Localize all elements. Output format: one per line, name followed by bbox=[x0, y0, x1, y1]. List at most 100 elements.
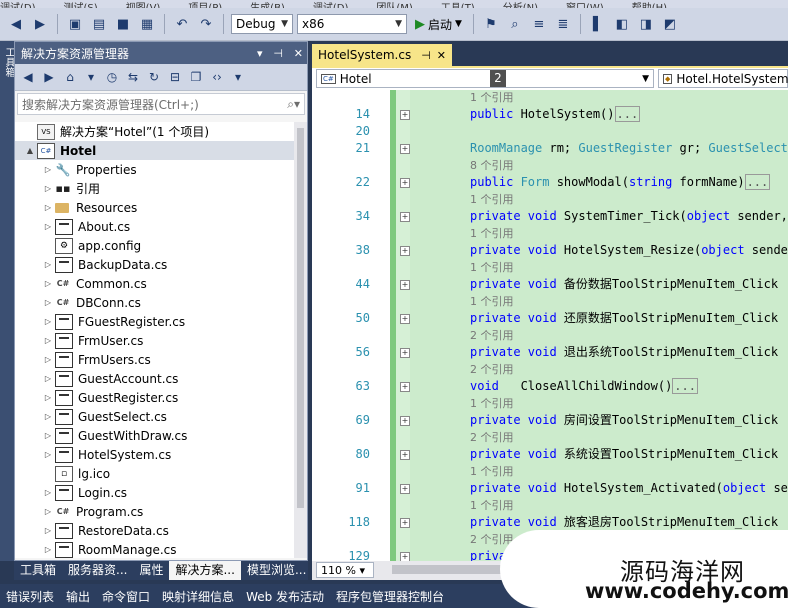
expand-outline-icon[interactable]: + bbox=[400, 450, 410, 460]
expand-arrow-icon[interactable]: ▷ bbox=[41, 260, 55, 269]
expand-outline-icon[interactable]: + bbox=[400, 552, 410, 561]
dropdown-icon[interactable]: ▾ bbox=[229, 68, 247, 86]
back-icon[interactable]: ◀ bbox=[6, 14, 26, 34]
expand-outline-icon[interactable]: + bbox=[400, 348, 410, 358]
tree-item[interactable]: ▷ About.cs bbox=[15, 217, 295, 236]
collapsed-region[interactable]: ... bbox=[744, 174, 771, 190]
bookmark-prev-icon[interactable]: ◧ bbox=[612, 14, 632, 34]
dropdown-icon[interactable]: ▾ bbox=[257, 47, 263, 60]
tree-item[interactable]: ▷ FrmUser.cs bbox=[15, 331, 295, 350]
redo-icon[interactable]: ↷ bbox=[196, 14, 216, 34]
collapsed-region[interactable]: ... bbox=[614, 106, 641, 122]
expand-outline-icon[interactable]: + bbox=[400, 212, 410, 222]
expand-arrow-icon[interactable]: ▷ bbox=[41, 298, 55, 307]
tree-item[interactable]: ▷ BackupData.cs bbox=[15, 255, 295, 274]
solution-search-input[interactable]: 搜索解决方案资源管理器(Ctrl+;) ⌕▾ bbox=[17, 93, 305, 115]
tree-item[interactable]: ▷ GuestWithDraw.cs bbox=[15, 426, 295, 445]
tree-item[interactable]: ▫ lg.ico bbox=[15, 464, 295, 483]
tree-item[interactable]: ▷ RestoreData.cs bbox=[15, 521, 295, 540]
tree-item[interactable]: ▷ C# Program.cs bbox=[15, 502, 295, 521]
project-nav-select[interactable]: C# Hotel ▼ bbox=[316, 69, 654, 88]
save-icon[interactable]: ■ bbox=[113, 14, 133, 34]
uncomment-icon[interactable]: ≣ bbox=[553, 14, 573, 34]
toolbox-strip[interactable]: 工具箱 bbox=[0, 41, 14, 561]
code-lens-reference[interactable]: 1 个引用 bbox=[470, 395, 514, 412]
tab-hotelsystem-cs[interactable]: HotelSystem.cs ⊣ ✕ bbox=[312, 44, 452, 66]
tree-item[interactable]: ▷ Login.cs bbox=[15, 483, 295, 502]
tree-item[interactable]: ▲ C# Hotel bbox=[15, 141, 295, 160]
forward-icon[interactable]: ▶ bbox=[40, 68, 58, 86]
tree-item[interactable]: ▷ C# Common.cs bbox=[15, 274, 295, 293]
expand-outline-icon[interactable]: + bbox=[400, 280, 410, 290]
pin-icon[interactable]: ⊣ bbox=[421, 49, 431, 62]
expand-outline-icon[interactable]: + bbox=[400, 518, 410, 528]
code-lens-reference[interactable]: 1 个引用 bbox=[470, 225, 514, 242]
find-icon[interactable]: ⌕ bbox=[505, 14, 525, 34]
bookmark-next-icon[interactable]: ◨ bbox=[636, 14, 656, 34]
code-lens-reference[interactable]: 1 个引用 bbox=[470, 90, 514, 106]
expand-outline-icon[interactable]: + bbox=[400, 246, 410, 256]
tree-item[interactable]: ▷ FrmUsers.cs bbox=[15, 350, 295, 369]
code-lens-reference[interactable]: 1 个引用 bbox=[470, 259, 514, 276]
expand-arrow-icon[interactable]: ▷ bbox=[41, 507, 55, 516]
expand-arrow-icon[interactable]: ▷ bbox=[41, 488, 55, 497]
code-lens-reference[interactable]: 2 个引用 bbox=[470, 361, 514, 378]
code-lens-reference[interactable]: 1 个引用 bbox=[470, 497, 514, 514]
code-lens-reference[interactable]: 2 个引用 bbox=[470, 429, 514, 446]
bottom-panel-tab[interactable]: Web 发布活动 bbox=[240, 588, 330, 605]
left-panel-tab[interactable]: 模型浏览... bbox=[241, 561, 312, 580]
collapse-all-icon[interactable]: ⊟ bbox=[166, 68, 184, 86]
code-editor[interactable]: 1 个引用 14 + public HotelSystem()... 20 21 + Room… bbox=[312, 90, 788, 561]
back-icon[interactable]: ◀ bbox=[19, 68, 37, 86]
bottom-panel-tab[interactable]: 命令窗口 bbox=[96, 588, 156, 605]
refresh-icon[interactable]: ↻ bbox=[145, 68, 163, 86]
tree-item[interactable]: ▷ HotelSystem.cs bbox=[15, 445, 295, 464]
expand-outline-icon[interactable]: + bbox=[400, 484, 410, 494]
expand-arrow-icon[interactable]: ▷ bbox=[41, 165, 55, 174]
tree-scrollbar[interactable] bbox=[294, 122, 307, 558]
close-icon[interactable]: ✕ bbox=[294, 47, 303, 60]
expand-arrow-icon[interactable]: ▷ bbox=[41, 526, 55, 535]
code-lens-reference[interactable]: 1 个引用 bbox=[470, 191, 514, 208]
expand-arrow-icon[interactable]: ▷ bbox=[41, 355, 55, 364]
left-panel-tab[interactable]: 属性 bbox=[133, 561, 169, 580]
start-button[interactable]: ▶ 启动 ▼ bbox=[411, 16, 466, 33]
expand-arrow-icon[interactable]: ▷ bbox=[41, 336, 55, 345]
pending-changes-icon[interactable]: ◷ bbox=[103, 68, 121, 86]
bottom-panel-tab[interactable]: 映射详细信息 bbox=[156, 588, 240, 605]
tree-item[interactable]: ▷ C# DBConn.cs bbox=[15, 293, 295, 312]
forward-icon[interactable]: ▶ bbox=[30, 14, 50, 34]
tree-item[interactable]: VS 解决方案“Hotel”(1 个项目) bbox=[15, 122, 295, 141]
show-all-files-icon[interactable]: ❐ bbox=[187, 68, 205, 86]
undo-icon[interactable]: ↶ bbox=[172, 14, 192, 34]
view-code-icon[interactable]: ‹› bbox=[208, 68, 226, 86]
pin-icon[interactable]: ⊣ bbox=[273, 47, 283, 60]
bottom-panel-tab[interactable]: 输出 bbox=[60, 588, 96, 605]
expand-arrow-icon[interactable]: ▷ bbox=[41, 393, 55, 402]
expand-outline-icon[interactable]: + bbox=[400, 178, 410, 188]
expand-outline-icon[interactable]: + bbox=[400, 144, 410, 154]
tree-item[interactable]: ▷ GuestAccount.cs bbox=[15, 369, 295, 388]
browser-link-icon[interactable]: ⚑ bbox=[481, 14, 501, 34]
expand-arrow-icon[interactable]: ▷ bbox=[41, 279, 55, 288]
expand-arrow-icon[interactable]: ▷ bbox=[41, 431, 55, 440]
tree-item[interactable]: ▷ ▪▪ 引用 bbox=[15, 179, 295, 198]
close-icon[interactable]: ✕ bbox=[437, 49, 446, 62]
type-nav-select[interactable]: ◆ Hotel.HotelSystem bbox=[658, 69, 788, 88]
view-switch-icon[interactable]: ▾ bbox=[82, 68, 100, 86]
expand-arrow-icon[interactable]: ▷ bbox=[41, 450, 55, 459]
expand-arrow-icon[interactable]: ▷ bbox=[41, 412, 55, 421]
open-file-icon[interactable]: ▤ bbox=[89, 14, 109, 34]
new-project-icon[interactable]: ▣ bbox=[65, 14, 85, 34]
left-panel-tab[interactable]: 工具箱 bbox=[14, 561, 62, 580]
home-icon[interactable]: ⌂ bbox=[61, 68, 79, 86]
left-panel-tab[interactable]: 解决方案... bbox=[169, 561, 241, 580]
expand-arrow-icon[interactable]: ▷ bbox=[41, 317, 55, 326]
save-all-icon[interactable]: ▦ bbox=[137, 14, 157, 34]
collapsed-region[interactable]: ... bbox=[672, 378, 698, 394]
tree-item[interactable]: ⚙ app.config bbox=[15, 236, 295, 255]
code-lens-reference[interactable]: 1 个引用 bbox=[470, 463, 514, 480]
tree-item[interactable]: ▷ GuestSelect.cs bbox=[15, 407, 295, 426]
expand-outline-icon[interactable]: + bbox=[400, 110, 410, 120]
config-select[interactable]: Debug ▼ bbox=[231, 14, 293, 34]
